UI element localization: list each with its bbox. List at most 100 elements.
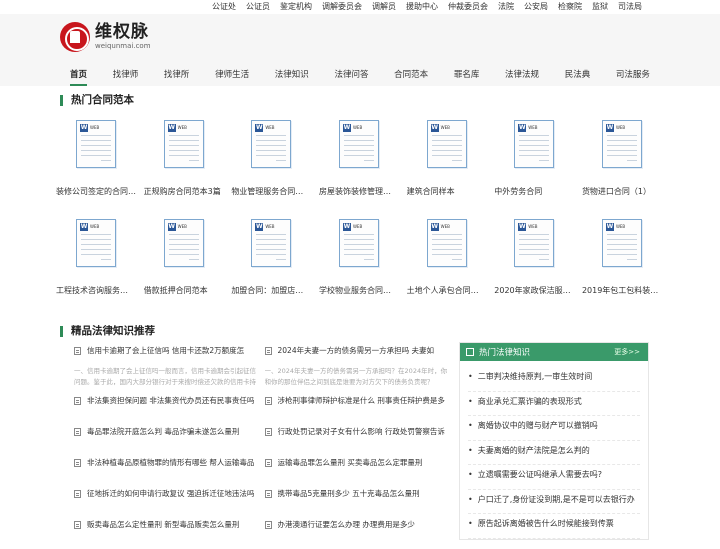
top-link[interactable]: 检察院: [558, 0, 582, 14]
contract-title[interactable]: 土地个人承包合同…: [407, 286, 487, 296]
document-icon: [74, 346, 81, 355]
nav-item[interactable]: 合同范本: [384, 64, 438, 86]
contract-title[interactable]: 学校物业服务合同…: [319, 286, 399, 296]
hot-list-item[interactable]: 离婚协议中的赠与财产可以撤销吗: [468, 416, 640, 441]
knowledge-cell: 携带毒品5克量刑多少 五十克毒品怎么量刑: [264, 487, 450, 518]
article-title[interactable]: 非法种植毒品原植物罪的情形有哪些 帮人运输毒品: [87, 456, 254, 469]
contract-card[interactable]: W WEB 土地个人承包合同…: [407, 219, 487, 296]
contract-title[interactable]: 房屋装饰装修管理…: [319, 187, 399, 197]
article-title[interactable]: 运输毒品罪怎么量刑 买卖毒品怎么定罪量刑: [278, 456, 423, 469]
top-link[interactable]: 公证员: [246, 0, 270, 14]
article-title[interactable]: 2024年夫妻一方的债务需另一方承担吗 夫妻如: [278, 344, 434, 357]
top-link[interactable]: 仲裁委员会: [448, 0, 488, 14]
article-summary: 一、2024年夫妻一方的债务需另一方承担吗？在2024年时，你和你的那位伴侣之间…: [264, 367, 448, 386]
contract-card[interactable]: W WEB 借款抵押合同范本: [144, 219, 224, 296]
article-link[interactable]: 2024年夫妻一方的债务需另一方承担吗 夫妻如: [264, 344, 450, 357]
hot-list-item[interactable]: 户口迁了,身份证没到期,是不是可以去银行办: [468, 490, 640, 514]
article-title[interactable]: 征地拆迁的如何申请行政复议 强迫拆迁征地违法吗: [87, 487, 254, 500]
nav-item[interactable]: 首页: [60, 64, 97, 86]
contract-card[interactable]: W WEB 房屋装饰装修管理…: [319, 120, 399, 197]
hot-panel-title: 热门法律知识: [479, 348, 531, 358]
article-link[interactable]: 运输毒品罪怎么量刑 买卖毒品怎么定罪量刑: [264, 456, 450, 469]
knowledge-cell: 办港澳通行证要怎么办理 办理费用是多少: [264, 518, 450, 549]
contract-title[interactable]: 货物进口合同（1）: [582, 187, 662, 197]
nav-item[interactable]: 法律问答: [324, 64, 378, 86]
article-link[interactable]: 信用卡逾期了会上征信吗 信用卡还款2万额度怎: [74, 344, 259, 357]
word-document-icon: W WEB: [601, 120, 642, 168]
contract-card[interactable]: W WEB 2020年家政保洁服…: [494, 219, 574, 296]
contract-title[interactable]: 加盟合同：加盟店…: [231, 286, 311, 296]
article-link[interactable]: 行政处罚记录对子女有什么影响 行政处罚警察告诉: [264, 425, 450, 438]
hot-list-item[interactable]: 商业承兑汇票诈骗的表现形式: [468, 392, 640, 416]
article-link[interactable]: 携带毒品5克量刑多少 五十克毒品怎么量刑: [264, 487, 450, 500]
contract-title[interactable]: 中外劳务合同: [494, 187, 574, 197]
top-link[interactable]: 鉴定机构: [280, 0, 312, 14]
article-link[interactable]: 非法种植毒品原植物罪的情形有哪些 帮人运输毒品: [74, 456, 259, 469]
site-header: 维权脉 weiqunmai.com 首页 找律师 找律所 律师生活 法律知识 法律问答 合同…: [0, 14, 720, 86]
article-title[interactable]: 贩卖毒品怎么定性量刑 新型毒品贩卖怎么量刑: [87, 518, 239, 531]
section-title-contracts: 热门合同范本: [60, 95, 134, 106]
document-icon: [264, 489, 272, 498]
knowledge-cell: 2024年夫妻一方的债务需另一方承担吗 夫妻如一、2024年夫妻一方的债务需另一…: [264, 344, 450, 394]
top-link[interactable]: 司法局: [618, 0, 642, 14]
article-link[interactable]: 毒品罪法院开庭怎么判 毒品诈骗未遂怎么量刑: [74, 425, 259, 438]
article-title[interactable]: 毒品罪法院开庭怎么判 毒品诈骗未遂怎么量刑: [87, 425, 239, 438]
nav-item[interactable]: 找律师: [103, 64, 149, 86]
contract-title[interactable]: 物业管理服务合同…: [231, 187, 311, 197]
contract-card[interactable]: W WEB 工程技术咨询服务…: [56, 219, 136, 296]
article-link[interactable]: 非法集资担保问题 非法集资代办员还有民事责任吗: [74, 394, 259, 407]
contract-title[interactable]: 借款抵押合同范本: [144, 286, 224, 296]
hot-list-item[interactable]: 夫妻离婚的财产法院是怎么判的: [468, 441, 640, 465]
contract-title[interactable]: 正规购房合同范本3篇: [144, 187, 224, 197]
top-link[interactable]: 公证处: [212, 0, 236, 14]
contract-title[interactable]: 2019年包工包料装…: [582, 286, 662, 296]
top-link[interactable]: 调解员: [372, 0, 396, 14]
nav-item[interactable]: 民法典: [555, 64, 601, 86]
contract-card[interactable]: W WEB 建筑合同样本: [407, 120, 487, 197]
hot-list-item[interactable]: 二审判决维持原判,一审生效时间: [468, 367, 640, 392]
top-link[interactable]: 法院: [498, 0, 514, 14]
more-link[interactable]: 更多>>: [614, 347, 640, 357]
contract-title[interactable]: 建筑合同样本: [407, 187, 487, 197]
top-link[interactable]: 调解委员会: [322, 0, 362, 14]
logo-domain: weiqunmai.com: [95, 42, 151, 50]
top-link[interactable]: 公安局: [524, 0, 548, 14]
article-title[interactable]: 涉枪刑事律师辩护标准是什么 刑事责任辩护费是多: [278, 394, 445, 407]
nav-item[interactable]: 法律法规: [495, 64, 549, 86]
nav-item[interactable]: 律师生活: [205, 64, 259, 86]
article-title[interactable]: 信用卡逾期了会上征信吗 信用卡还款2万额度怎: [87, 344, 244, 357]
article-link[interactable]: 征地拆迁的如何申请行政复议 强迫拆迁征地违法吗: [74, 487, 259, 500]
article-title[interactable]: 行政处罚记录对子女有什么影响 行政处罚警察告诉: [278, 425, 445, 438]
nav-item[interactable]: 找律所: [154, 64, 200, 86]
site-logo[interactable]: 维权脉 weiqunmai.com: [60, 22, 151, 52]
contract-card[interactable]: W WEB 2019年包工包料装…: [582, 219, 662, 296]
nav-item[interactable]: 司法服务: [606, 64, 660, 86]
article-title[interactable]: 办港澳通行证要怎么办理 办理费用是多少: [278, 518, 415, 531]
article-link[interactable]: 贩卖毒品怎么定性量刑 新型毒品贩卖怎么量刑: [74, 518, 259, 531]
contract-card[interactable]: W WEB 加盟合同：加盟店…: [231, 219, 311, 296]
word-document-icon: W WEB: [514, 219, 555, 267]
contract-card[interactable]: W WEB 学校物业服务合同…: [319, 219, 399, 296]
contract-card[interactable]: W WEB 货物进口合同（1）: [582, 120, 662, 197]
contract-card[interactable]: W WEB 装修公司签定的合同…: [56, 120, 136, 197]
word-document-icon: W WEB: [514, 120, 555, 168]
hot-list-item[interactable]: 立遗嘱需要公证吗继承人需要去吗?: [468, 465, 640, 490]
contract-grid-row-2: W WEB 工程技术咨询服务… W WEB 借款抵押合同范本 W WEB 加盟合同：加盟店… W W…: [56, 219, 662, 296]
nav-item[interactable]: 法律知识: [265, 64, 319, 86]
top-link[interactable]: 监狱: [592, 0, 608, 14]
contract-card[interactable]: W WEB 中外劳务合同: [494, 120, 574, 197]
word-document-icon: W WEB: [163, 219, 204, 267]
article-title[interactable]: 非法集资担保问题 非法集资代办员还有民事责任吗: [87, 394, 254, 407]
article-link[interactable]: 办港澳通行证要怎么办理 办理费用是多少: [264, 518, 450, 531]
hot-list-item[interactable]: 原告起诉离婚被告什么时候能接到传票: [468, 514, 640, 539]
contract-title[interactable]: 工程技术咨询服务…: [56, 286, 136, 296]
contract-card[interactable]: W WEB 物业管理服务合同…: [231, 120, 311, 197]
contract-title[interactable]: 2020年家政保洁服…: [494, 286, 574, 296]
article-title[interactable]: 携带毒品5克量刑多少 五十克毒品怎么量刑: [278, 487, 420, 500]
article-link[interactable]: 涉枪刑事律师辩护标准是什么 刑事责任辩护费是多: [264, 394, 450, 407]
document-icon: [264, 346, 272, 355]
contract-card[interactable]: W WEB 正规购房合同范本3篇: [144, 120, 224, 197]
top-link[interactable]: 援助中心: [406, 0, 438, 14]
nav-item[interactable]: 罪名库: [444, 64, 490, 86]
contract-title[interactable]: 装修公司签定的合同…: [56, 187, 136, 197]
